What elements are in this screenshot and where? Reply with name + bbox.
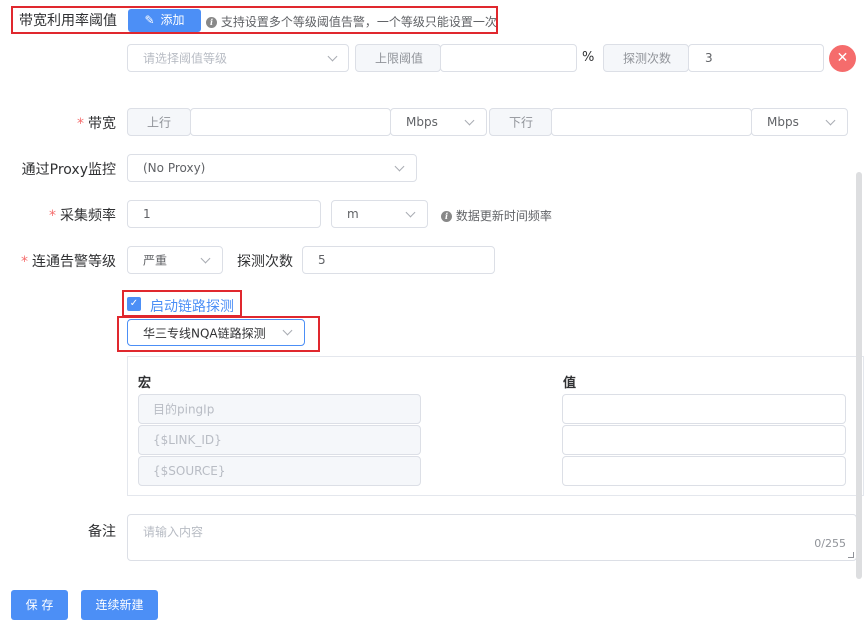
chevron-down-icon	[327, 51, 338, 62]
connectivity-probe-input[interactable]: 5	[302, 246, 495, 274]
downlink-prefix: 下行	[489, 108, 552, 136]
macro-cell: 目的pingIp	[138, 394, 421, 424]
uplink-prefix: 上行	[127, 108, 191, 136]
chevron-down-icon	[405, 207, 416, 218]
uplink-input[interactable]	[190, 108, 391, 136]
chevron-down-icon	[282, 325, 293, 336]
connectivity-probe-value: 5	[318, 253, 326, 267]
connectivity-level: 严重	[143, 253, 168, 268]
remark-textarea[interactable]: 请输入内容 0/255	[127, 514, 857, 561]
macro-cell-text: {$LINK_ID}	[153, 433, 222, 447]
frequency-hint-text: 数据更新时间频率	[455, 209, 552, 223]
remark-counter: 0/255	[814, 537, 846, 550]
connectivity-label: * 连通告警等级	[21, 254, 116, 270]
frequency-unit-select[interactable]: m	[331, 200, 428, 228]
threshold-level-placeholder: 请选择阈值等级	[143, 51, 228, 66]
value-input[interactable]	[562, 456, 846, 486]
probe-template-select[interactable]: 华三专线NQA链路探测	[127, 319, 305, 346]
macro-cell: {$SOURCE}	[138, 456, 421, 486]
uplink-unit-select[interactable]: Mbps	[390, 108, 487, 136]
macro-cell: {$LINK_ID}	[138, 425, 421, 455]
frequency-input[interactable]: 1	[127, 200, 321, 228]
downlink-unit: Mbps	[767, 115, 799, 129]
macro-header: 宏	[138, 376, 152, 391]
link-probe-checkbox[interactable]: ✓	[127, 297, 141, 311]
uplink-unit: Mbps	[406, 115, 438, 129]
upper-limit-prefix: 上限阈值	[355, 44, 441, 72]
threshold-label: 带宽利用率阈值	[19, 13, 117, 29]
downlink-label: 下行	[509, 115, 534, 130]
uplink-label: 上行	[147, 115, 172, 130]
threshold-level-select[interactable]: 请选择阈值等级	[127, 44, 349, 72]
close-icon: ✕	[836, 50, 849, 66]
chevron-down-icon	[394, 161, 405, 172]
probe-count-label: 探测次数	[623, 51, 672, 66]
downlink-input[interactable]	[551, 108, 752, 136]
frequency-label: * 采集频率	[49, 208, 116, 224]
remark-label: 备注	[88, 524, 116, 540]
frequency-unit: m	[347, 207, 359, 221]
probe-count-prefix: 探测次数	[603, 44, 689, 72]
remark-placeholder: 请输入内容	[143, 525, 204, 539]
check-icon: ✓	[129, 298, 139, 309]
frequency-value: 1	[143, 207, 151, 221]
downlink-unit-select[interactable]: Mbps	[751, 108, 848, 136]
resize-handle-icon[interactable]	[848, 552, 854, 558]
upper-limit-input[interactable]	[440, 44, 577, 72]
value-header: 值	[563, 376, 577, 391]
connectivity-probe-label: 探测次数	[237, 254, 293, 270]
add-threshold-button[interactable]: ✎ 添加	[128, 9, 201, 32]
connectivity-level-select[interactable]: 严重	[127, 246, 223, 274]
value-input[interactable]	[562, 425, 846, 455]
value-input[interactable]	[562, 394, 846, 424]
info-icon: i	[206, 17, 217, 28]
chevron-down-icon	[825, 115, 836, 126]
threshold-hint-text: 支持设置多个等级阈值告警，一个等级只能设置一次	[220, 15, 497, 29]
add-button-label: 添加	[160, 13, 185, 27]
info-icon: i	[441, 211, 452, 222]
continue-create-button[interactable]: 连续新建	[81, 590, 158, 620]
frequency-hint: i 数据更新时间频率	[441, 207, 552, 224]
proxy-select[interactable]: (No Proxy)	[127, 154, 417, 182]
macro-cell-text: {$SOURCE}	[153, 464, 226, 478]
proxy-value: (No Proxy)	[143, 161, 206, 175]
chevron-down-icon	[464, 115, 475, 126]
remove-threshold-button[interactable]: ✕	[829, 45, 856, 72]
threshold-hint: i 支持设置多个等级阈值告警，一个等级只能设置一次	[206, 13, 497, 30]
bandwidth-label: * 带宽	[77, 116, 116, 132]
probe-count-input[interactable]: 3	[688, 44, 824, 72]
save-button[interactable]: 保 存	[11, 590, 68, 620]
probe-template-value: 华三专线NQA链路探测	[143, 326, 266, 340]
proxy-label: 通过Proxy监控	[21, 162, 116, 178]
link-probe-label[interactable]: 启动链路探测	[150, 296, 234, 316]
chevron-down-icon	[200, 253, 211, 264]
macro-cell-text: 目的pingIp	[153, 402, 215, 417]
scrollbar-thumb[interactable]	[856, 172, 862, 579]
edit-icon: ✎	[144, 13, 155, 27]
upper-limit-label: 上限阈值	[375, 51, 424, 66]
percent-unit: %	[582, 50, 595, 65]
probe-count-value: 3	[705, 51, 713, 65]
